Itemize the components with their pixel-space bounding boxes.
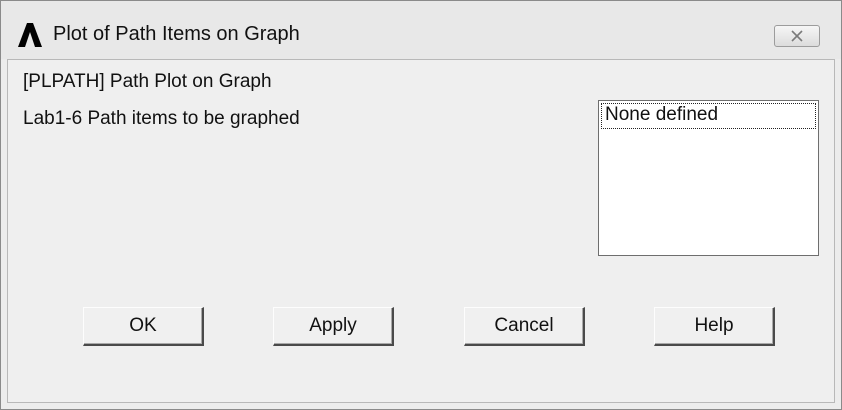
help-button[interactable]: Help (654, 307, 775, 346)
dialog-body: [PLPATH] Path Plot on Graph Lab1-6 Path … (7, 59, 835, 403)
title-bar[interactable]: Plot of Path Items on Graph (1, 1, 841, 59)
dialog-window: Plot of Path Items on Graph [PLPATH] Pat… (0, 0, 842, 410)
path-items-label: Lab1-6 Path items to be graphed (23, 108, 300, 129)
cancel-button[interactable]: Cancel (464, 307, 585, 346)
ansys-logo-icon (17, 23, 43, 47)
command-label: [PLPATH] Path Plot on Graph (23, 71, 272, 92)
close-icon (791, 30, 803, 42)
list-item[interactable]: None defined (601, 103, 816, 129)
path-items-listbox[interactable]: None defined (598, 100, 819, 256)
ok-button[interactable]: OK (83, 307, 204, 346)
apply-button[interactable]: Apply (273, 307, 394, 346)
close-button[interactable] (774, 25, 820, 47)
window-title: Plot of Path Items on Graph (53, 23, 300, 45)
